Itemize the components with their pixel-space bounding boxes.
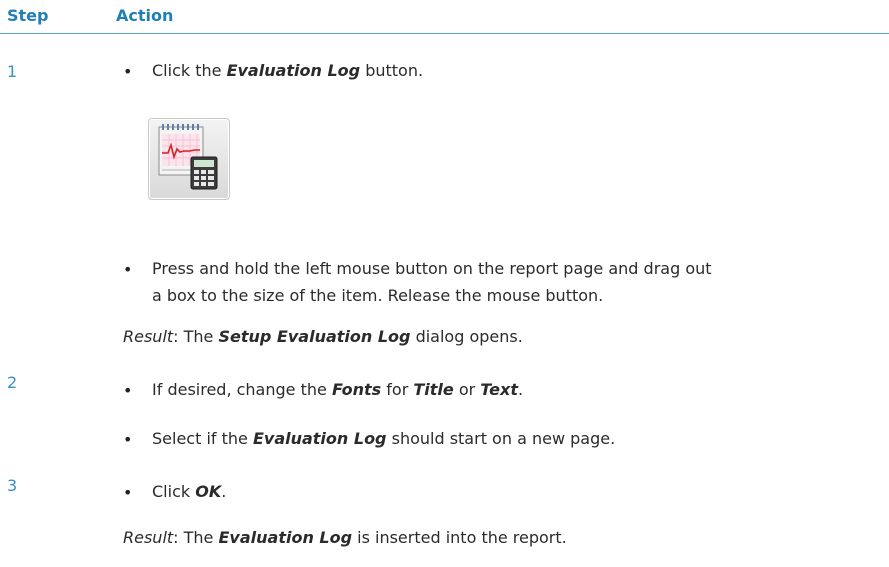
step-2-instruction-1: If desired, change the Fonts for Title o… bbox=[152, 380, 524, 399]
header-divider bbox=[0, 33, 889, 34]
bullet-2-1: • bbox=[123, 381, 133, 400]
step-1-instruction-2-line-1: Press and hold the left mouse button on … bbox=[152, 259, 712, 278]
step-number-2: 2 bbox=[7, 373, 18, 392]
step-1-result: Result: The Setup Evaluation Log dialog … bbox=[123, 327, 523, 346]
step-number-3: 3 bbox=[7, 476, 18, 495]
column-header-step: Step bbox=[7, 6, 49, 25]
step-1-instruction-1: Click the Evaluation Log button. bbox=[152, 61, 424, 80]
step-number-1: 1 bbox=[7, 62, 18, 81]
evaluation-log-button[interactable] bbox=[148, 118, 230, 200]
step-1-instruction-2-line-2: a box to the size of the item. Release t… bbox=[152, 286, 604, 305]
column-header-action: Action bbox=[116, 6, 174, 25]
bullet-1-1: • bbox=[123, 62, 133, 81]
step-3-instruction-1: Click OK. bbox=[152, 482, 227, 501]
bullet-3-1: • bbox=[123, 483, 133, 502]
evaluation-log-icon bbox=[158, 124, 218, 190]
step-3-result: Result: The Evaluation Log is inserted i… bbox=[123, 528, 567, 547]
step-2-instruction-2: Select if the Evaluation Log should star… bbox=[152, 429, 616, 448]
bullet-2-2: • bbox=[123, 430, 133, 449]
bullet-1-2: • bbox=[123, 260, 133, 279]
